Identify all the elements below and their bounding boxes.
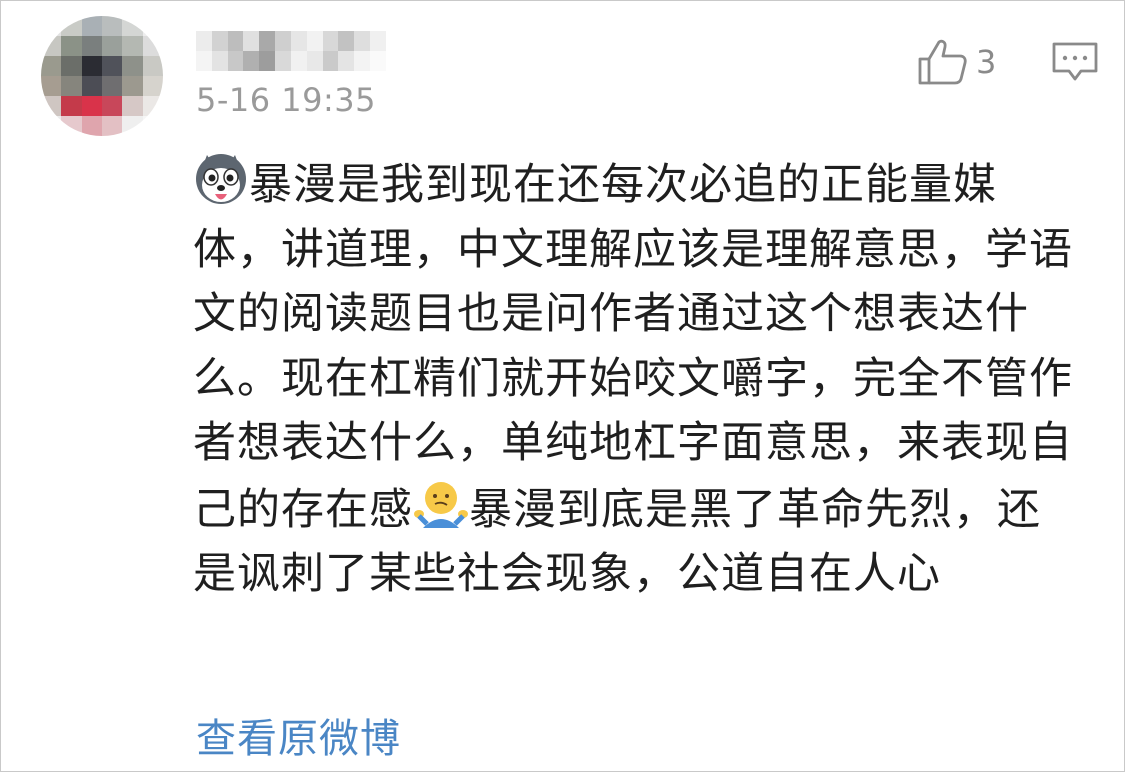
shrug-emoji-icon: [414, 481, 468, 528]
husky-dog-emoji-icon: [196, 154, 246, 204]
comment-timestamp: 5-16 19:35: [196, 81, 377, 119]
like-count: 3: [976, 43, 997, 81]
comment-body: 暴漫是我到现在还每次必追的正能量媒体，讲道理，中文理解应该是理解意思，学语文的阅…: [193, 151, 1083, 607]
view-original-link[interactable]: 查看原微博: [196, 706, 401, 764]
thumbs-up-icon: [918, 39, 967, 85]
like-button[interactable]: 3: [916, 37, 996, 87]
comment-bubble-icon[interactable]: [1051, 41, 1099, 83]
username-censored[interactable]: [196, 31, 386, 71]
avatar[interactable]: [41, 16, 163, 136]
comment-card: 5-16 19:35 3 暴漫是我到现在还每次必追的正能量媒体，讲道理，中文理解…: [0, 0, 1125, 772]
comment-text-part-1: 暴漫是我到现在还每次必追的正能量媒体，讲道理，中文理解应该是理解意思，学语文的阅…: [193, 160, 1073, 535]
